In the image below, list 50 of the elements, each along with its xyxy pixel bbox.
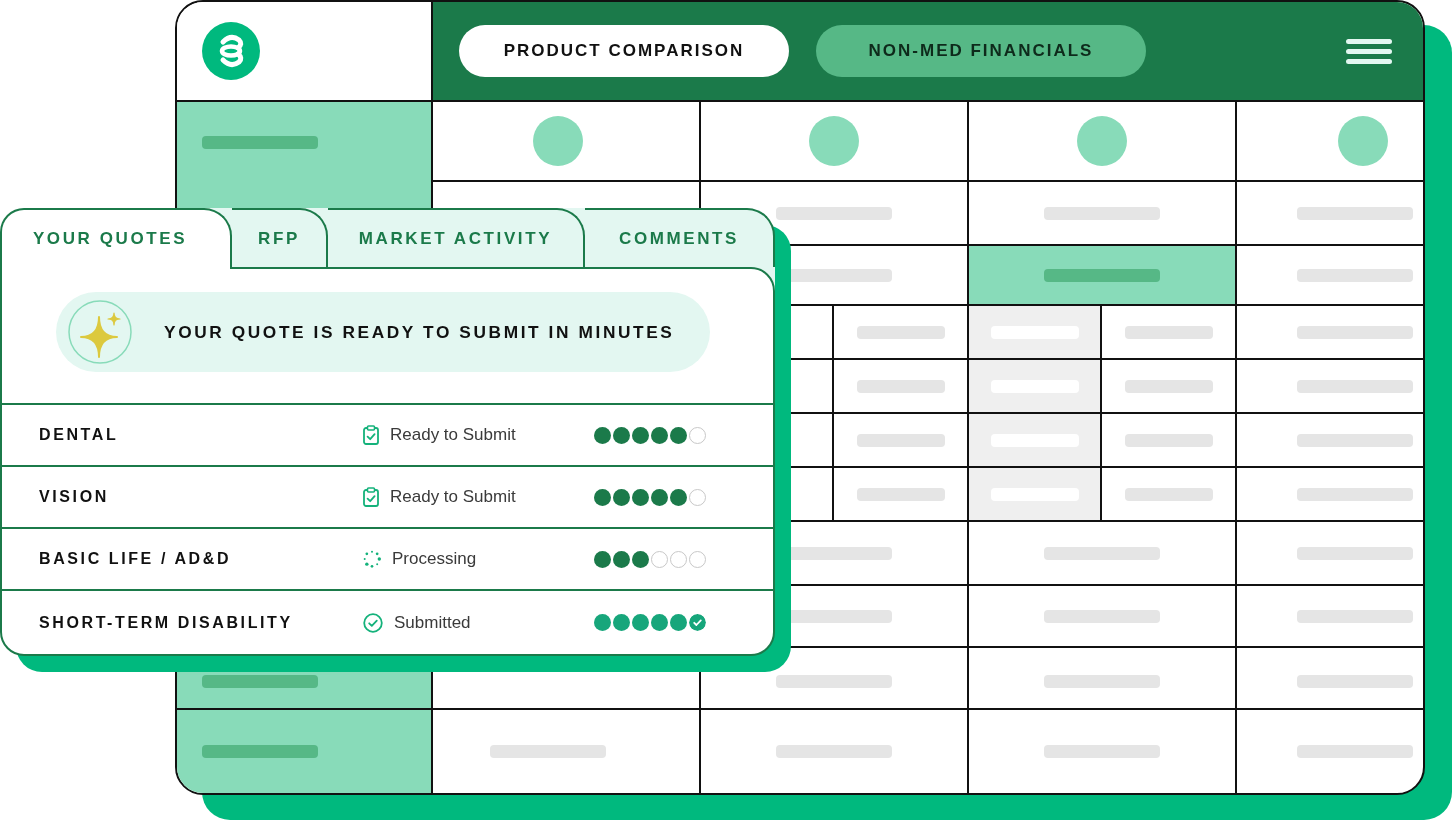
- status-label: Ready to Submit: [390, 425, 516, 445]
- product-name: SHORT-TERM DISABILITY: [39, 613, 293, 632]
- rating-dot-icon: [651, 426, 668, 444]
- check-circle-icon: [363, 612, 383, 633]
- empty-dot-icon: [689, 550, 706, 568]
- rating-dot-icon: [670, 426, 687, 444]
- menu-icon[interactable]: [1346, 38, 1392, 64]
- empty-dot-icon: [689, 488, 706, 506]
- sparkle-icon: [68, 300, 132, 364]
- product-name: VISION: [39, 488, 109, 506]
- circle-placeholder-icon: [533, 116, 583, 166]
- rating-dot-icon: [632, 550, 649, 568]
- logo-icon: [202, 22, 260, 80]
- rating-dot-icon: [594, 614, 611, 631]
- rating-dot-icon: [632, 488, 649, 506]
- panel-tab[interactable]: COMMENTS: [585, 208, 775, 267]
- panel-tab[interactable]: MARKET ACTIVITY: [328, 208, 585, 267]
- empty-dot-icon: [651, 550, 668, 568]
- status-label: Processing: [392, 549, 477, 569]
- panel-tab[interactable]: RFP: [232, 208, 328, 267]
- clipboard-check-icon: [363, 487, 379, 507]
- rating-dot-icon: [651, 614, 668, 631]
- status-label: Submitted: [394, 612, 471, 633]
- rating-dot-icon: [651, 488, 668, 506]
- circle-placeholder-icon: [1077, 116, 1127, 166]
- product-name: BASIC LIFE / AD&D: [39, 550, 232, 568]
- nav-tab[interactable]: NON-MED FINANCIALS: [816, 25, 1146, 77]
- rating-dot-icon: [670, 488, 687, 506]
- check-badge-icon: [689, 614, 706, 631]
- rating-dot-icon: [594, 488, 611, 506]
- rating-dot-icon: [594, 550, 611, 568]
- nav-tab[interactable]: PRODUCT COMPARISON: [459, 25, 789, 77]
- rating-dot-icon: [613, 488, 630, 506]
- empty-dot-icon: [689, 426, 706, 444]
- empty-dot-icon: [670, 550, 687, 568]
- rating-dot-icon: [613, 550, 630, 568]
- rating-dot-icon: [670, 614, 687, 631]
- status-label: Ready to Submit: [390, 487, 516, 507]
- circle-placeholder-icon: [809, 116, 859, 166]
- banner-message: YOUR QUOTE IS READY TO SUBMIT IN MINUTES: [164, 321, 675, 343]
- rating-dot-icon: [632, 614, 649, 631]
- product-name: DENTAL: [39, 426, 119, 444]
- rating-dot-icon: [632, 426, 649, 444]
- rating-dot-icon: [613, 426, 630, 444]
- clipboard-check-icon: [363, 425, 379, 445]
- dotted-circle-icon: [363, 550, 381, 568]
- panel-tab[interactable]: YOUR QUOTES: [0, 208, 232, 269]
- rating-dot-icon: [613, 614, 630, 631]
- circle-placeholder-icon: [1338, 116, 1388, 166]
- rating-dot-icon: [594, 426, 611, 444]
